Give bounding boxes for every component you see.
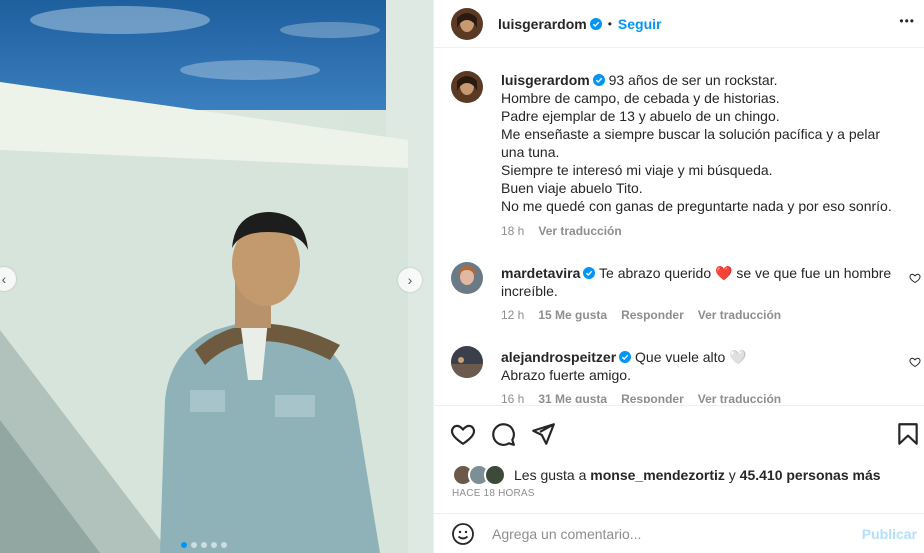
comment-username[interactable]: mardetavira [501, 265, 580, 281]
verified-icon [592, 74, 605, 86]
heart-emoji-icon: ❤️ [715, 265, 733, 281]
verified-icon [589, 18, 602, 30]
header-username[interactable]: luisgerardom [498, 16, 587, 32]
post-side-panel: luisgerardom • Seguir ••• luisgerardom 9… [433, 0, 924, 553]
likes-summary: Les gusta a monse_mendezortiz y 45.410 p… [452, 464, 881, 486]
likes-middle: y [728, 467, 736, 483]
reply-button[interactable]: Responder [621, 392, 684, 403]
post-timestamp[interactable]: HACE 18 HORAS [452, 488, 535, 499]
avatar[interactable] [451, 346, 483, 378]
post-photo[interactable]: ‹ › [0, 0, 433, 553]
likes-user[interactable]: monse_mendezortiz [590, 467, 725, 483]
comment-text-block: mardetavira Te abrazo querido ❤️ se ve q… [501, 264, 901, 300]
avatar[interactable] [451, 262, 483, 294]
follow-button[interactable]: Seguir [618, 16, 662, 32]
carousel-dot [221, 542, 227, 548]
comments-section[interactable]: luisgerardom 93 años de ser un rockstar.… [434, 57, 924, 403]
post-actions: Les gusta a monse_mendezortiz y 45.410 p… [434, 405, 924, 513]
caption-username[interactable]: luisgerardom [501, 72, 590, 88]
post-header: luisgerardom • Seguir ••• [434, 0, 924, 48]
verified-icon [583, 267, 596, 279]
carousel-dot [181, 542, 187, 548]
share-paper-plane-icon[interactable] [530, 421, 556, 447]
comment-likes[interactable]: 15 Me gusta [538, 308, 607, 322]
comment-meta: 12 h 15 Me gusta Responder Ver traducció… [501, 308, 781, 322]
avatar[interactable] [451, 71, 483, 103]
comment-time[interactable]: 12 h [501, 308, 524, 322]
translate-link[interactable]: Ver traducción [698, 308, 781, 322]
smiley-icon[interactable] [451, 522, 475, 546]
like-comment-icon[interactable] [909, 272, 921, 284]
caption-meta: 18 h Ver traducción [501, 224, 622, 238]
comment-text-block: alejandrospeitzer Que vuele alto 🤍 Abrazo… [501, 348, 901, 384]
likers-avatars[interactable] [452, 464, 506, 486]
caption-text-block: luisgerardom 93 años de ser un rockstar.… [501, 71, 901, 215]
likes-prefix: Les gusta a [514, 467, 587, 483]
comment-input[interactable] [490, 522, 844, 546]
carousel-dot [201, 542, 207, 548]
caption-translate-link[interactable]: Ver traducción [538, 224, 621, 238]
comment-username[interactable]: alejandrospeitzer [501, 349, 616, 365]
reply-button[interactable]: Responder [621, 308, 684, 322]
comment-likes[interactable]: 31 Me gusta [538, 392, 607, 403]
comment-meta: 16 h 31 Me gusta Responder Ver traducció… [501, 392, 781, 403]
publish-button[interactable]: Publicar [862, 526, 917, 542]
header-separator: • [607, 17, 612, 31]
caption-time[interactable]: 18 h [501, 224, 524, 238]
comment-text: Te abrazo querido [599, 265, 712, 281]
like-heart-icon[interactable] [450, 421, 476, 447]
comment-text: Abrazo fuerte amigo. [501, 367, 631, 383]
comment-bubble-icon[interactable] [490, 421, 516, 447]
next-image-button[interactable]: › [398, 268, 422, 292]
carousel-dot [191, 542, 197, 548]
comment-text: Que vuele alto [635, 349, 726, 365]
white-heart-emoji-icon: 🤍 [729, 349, 747, 365]
verified-icon [619, 351, 632, 363]
add-comment-bar: Publicar [434, 513, 924, 553]
like-comment-icon[interactable] [909, 356, 921, 368]
more-options-icon[interactable]: ••• [899, 14, 915, 28]
carousel-dot [211, 542, 217, 548]
photo-illustration [0, 0, 433, 553]
likes-count[interactable]: 45.410 personas más [740, 467, 881, 483]
save-bookmark-icon[interactable] [895, 421, 921, 447]
avatar[interactable] [451, 8, 483, 40]
avatar [484, 464, 506, 486]
carousel-dots [181, 542, 227, 548]
caption-text: 93 años de ser un rockstar. Hombre de ca… [501, 72, 892, 214]
translate-link[interactable]: Ver traducción [698, 392, 781, 403]
comment-time[interactable]: 16 h [501, 392, 524, 403]
